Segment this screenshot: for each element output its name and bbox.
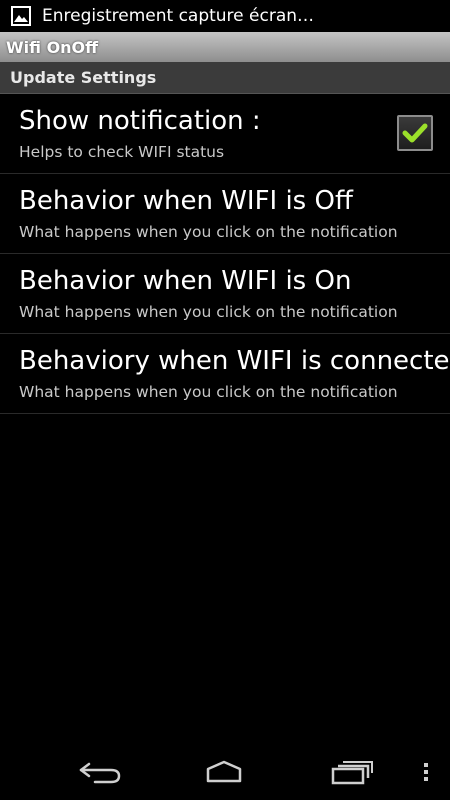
status-bar: Enregistrement capture écran… (0, 0, 450, 32)
status-notification-text: Enregistrement capture écran… (42, 6, 315, 26)
image-icon (10, 5, 32, 27)
home-icon (206, 760, 242, 783)
back-button[interactable] (75, 756, 125, 788)
recent-apps-icon (331, 761, 373, 785)
pref-behavior-wifi-on[interactable]: Behavior when WIFI is On What happens wh… (0, 254, 450, 334)
app-title-bar: Wifi OnOff (0, 32, 450, 62)
checkmark-icon (402, 123, 428, 143)
overflow-menu-button[interactable] (412, 756, 440, 788)
preference-list: Show notification : Helps to check WIFI … (0, 94, 450, 414)
pref-summary: Helps to check WIFI status (19, 143, 225, 161)
pref-behavior-wifi-off[interactable]: Behavior when WIFI is Off What happens w… (0, 174, 450, 254)
pref-summary: What happens when you click on the notif… (19, 223, 398, 241)
recent-apps-button[interactable] (326, 756, 376, 788)
pref-title: Show notification : (19, 106, 261, 136)
pref-summary: What happens when you click on the notif… (19, 303, 398, 321)
pref-title: Behavior when WIFI is Off (19, 186, 353, 216)
overflow-menu-icon (424, 763, 428, 781)
back-icon (79, 762, 121, 784)
pref-show-notification[interactable]: Show notification : Helps to check WIFI … (0, 94, 450, 174)
pref-title: Behavior when WIFI is On (19, 266, 352, 296)
category-title: Update Settings (10, 68, 157, 87)
pref-summary: What happens when you click on the notif… (19, 383, 398, 401)
pref-behavior-wifi-connected[interactable]: Behaviory when WIFI is connected What ha… (0, 334, 450, 414)
preference-category-header: Update Settings (0, 62, 450, 94)
app-title: Wifi OnOff (6, 37, 99, 57)
navigation-bar (0, 744, 450, 800)
pref-title: Behaviory when WIFI is connected (19, 346, 450, 376)
show-notification-checkbox[interactable] (397, 115, 433, 151)
home-button[interactable] (199, 756, 249, 788)
